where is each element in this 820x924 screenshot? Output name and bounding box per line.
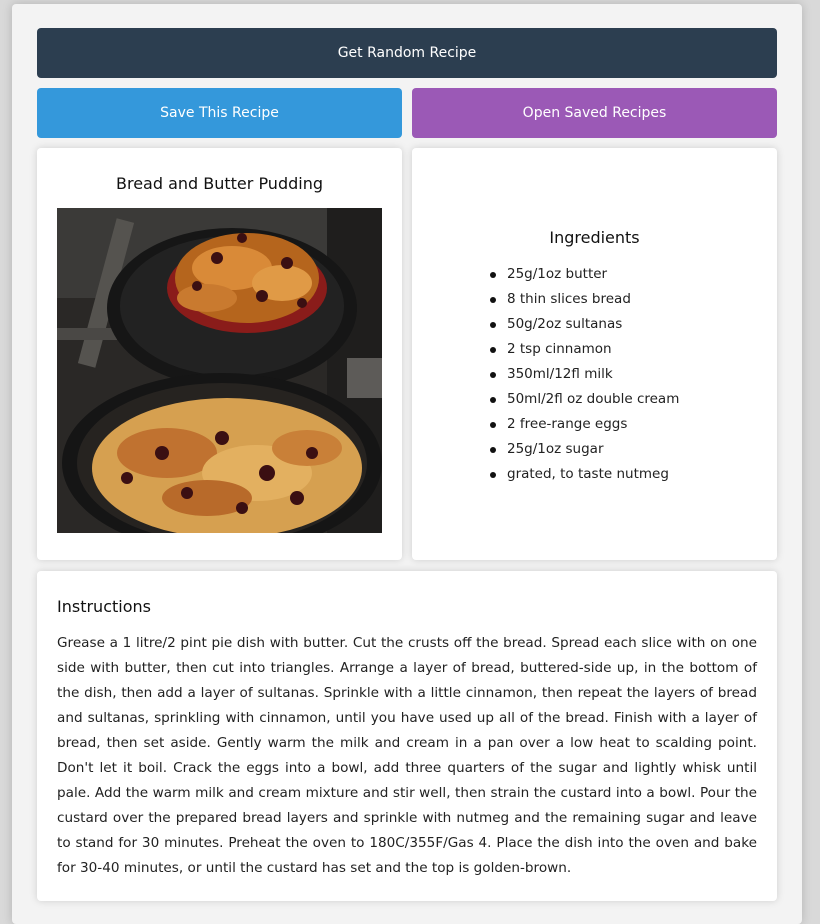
save-recipe-button[interactable]: Save This Recipe (37, 88, 402, 138)
ingredient-item: 350ml/12fl milk (489, 362, 679, 387)
food-photo-icon (57, 208, 382, 533)
ingredient-item: 2 tsp cinnamon (489, 337, 679, 362)
recipe-image (57, 208, 382, 533)
ingredients-heading: Ingredients (549, 228, 640, 247)
ingredients-list: 25g/1oz butter 8 thin slices bread 50g/2… (489, 262, 679, 487)
ingredient-item: 25g/1oz butter (489, 262, 679, 287)
recipe-card: Bread and Butter Pudding (37, 148, 402, 560)
ingredient-item: grated, to taste nutmeg (489, 462, 679, 487)
open-saved-recipes-button[interactable]: Open Saved Recipes (412, 88, 777, 138)
instructions-card: Instructions Grease a 1 litre/2 pint pie… (37, 571, 777, 901)
get-random-recipe-button[interactable]: Get Random Recipe (37, 28, 777, 78)
recipe-page: Get Random Recipe Save This Recipe Open … (12, 4, 802, 924)
ingredient-item: 50g/2oz sultanas (489, 312, 679, 337)
recipe-title: Bread and Butter Pudding (115, 174, 323, 193)
ingredients-card: Ingredients 25g/1oz butter 8 thin slices… (412, 148, 777, 560)
ingredient-item: 50ml/2fl oz double cream (489, 387, 679, 412)
ingredient-item: 25g/1oz sugar (489, 437, 679, 462)
instructions-heading: Instructions (57, 597, 151, 616)
instructions-text: Grease a 1 litre/2 pint pie dish with bu… (57, 635, 757, 876)
ingredient-item: 8 thin slices bread (489, 287, 679, 312)
ingredient-item: 2 free-range eggs (489, 412, 679, 437)
